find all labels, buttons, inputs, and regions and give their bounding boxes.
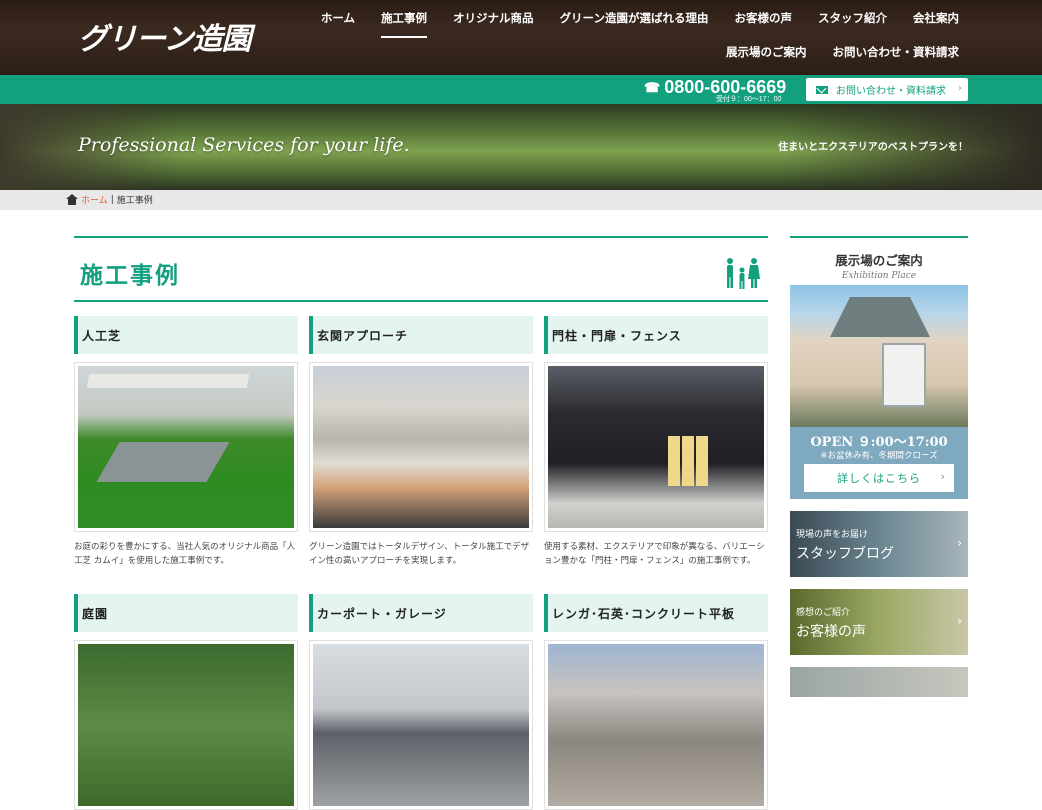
- chevron-right-icon: ›: [957, 614, 962, 628]
- work-category[interactable]: 玄関アプローチ: [309, 316, 533, 354]
- showroom-photo: [790, 285, 968, 427]
- chevron-right-icon: ›: [958, 83, 962, 94]
- chevron-right-icon: ›: [940, 470, 946, 483]
- main-content: 施工事例 人工芝 お庭の彩りを豊かにする、当社人気のオリジナル商品「人工芝 カム…: [74, 236, 768, 810]
- breadcrumb-home[interactable]: ホーム: [81, 193, 108, 206]
- breadcrumb-current: 施工事例: [116, 196, 153, 206]
- breadcrumb-separator: |: [110, 194, 114, 205]
- work-description: 使用する素材、エクステリアで印象が異なる、バリエーション豊かな「門柱・門扉・フェ…: [544, 542, 765, 567]
- work-category[interactable]: 門柱・門扉・フェンス: [544, 316, 768, 354]
- page-title-box: 施工事例: [74, 236, 768, 302]
- work-thumbnail[interactable]: [544, 362, 768, 532]
- work-card-carport[interactable]: カーポート・ガレージ: [309, 594, 533, 810]
- nav-item-reasons[interactable]: グリーン造園が選ばれる理由: [547, 8, 722, 36]
- work-category[interactable]: 庭園: [74, 594, 298, 632]
- staff-blog-banner[interactable]: 現場の声をお届け スタッフブログ ›: [790, 511, 968, 577]
- work-description: お庭の彩りを豊かにする、当社人気のオリジナル商品「人工芝 カムイ」を使用した施工…: [74, 542, 296, 567]
- work-thumbnail[interactable]: [309, 640, 533, 810]
- nav-item-products[interactable]: オリジナル商品: [440, 8, 547, 36]
- nav-item-home[interactable]: ホーム: [308, 8, 368, 36]
- open-note: ※お盆休み有、冬期間クローズ: [820, 451, 938, 461]
- nav-item-staff[interactable]: スタッフ紹介: [805, 8, 900, 36]
- work-card-brick[interactable]: レンガ･石英･コンクリート平板: [544, 594, 768, 810]
- nav-item-works[interactable]: 施工事例: [368, 8, 440, 38]
- work-thumbnail[interactable]: [74, 640, 298, 810]
- open-hours: OPEN ９:00〜17:00: [810, 435, 948, 450]
- nav-item-contact[interactable]: お問い合わせ・資料請求: [820, 42, 973, 70]
- work-thumbnail[interactable]: [74, 362, 298, 532]
- nav-item-voices[interactable]: お客様の声: [722, 8, 806, 36]
- work-card-turf[interactable]: 人工芝 お庭の彩りを豊かにする、当社人気のオリジナル商品「人工芝 カムイ」を使用…: [74, 316, 298, 568]
- site-header: グリーン造園 ホーム 施工事例 オリジナル商品 グリーン造園が選ばれる理由 お客…: [0, 0, 1042, 75]
- home-icon: [66, 194, 78, 205]
- work-thumbnail[interactable]: [544, 640, 768, 810]
- nav-item-company[interactable]: 会社案内: [900, 8, 972, 36]
- approach-photo: [313, 366, 529, 528]
- turf-photo: [78, 366, 294, 528]
- hero-subtext: 住まいとエクステリアのベストプランを！: [778, 142, 968, 153]
- gate-photo: [548, 366, 764, 528]
- mail-icon: [816, 85, 828, 94]
- detail-button-label: 詳しくはこちら: [837, 472, 921, 485]
- hero-banner: Professional Services for your life. 住まい…: [0, 104, 1042, 190]
- work-category[interactable]: レンガ･石英･コンクリート平板: [544, 594, 768, 632]
- work-thumbnail[interactable]: [309, 362, 533, 532]
- work-description: グリーン造園ではトータルデザイン、トータル施工でデザイン性の高いアプローチを実現…: [309, 542, 530, 567]
- showroom-title: 展示場のご案内: [835, 253, 923, 268]
- sidebar: 展示場のご案内 Exhibition Place OPEN ９:00〜17:00…: [790, 236, 968, 697]
- banner-title: お客様の声: [796, 624, 866, 640]
- page-title: 施工事例: [80, 263, 180, 289]
- customer-voice-banner[interactable]: 感想のご紹介 お客様の声 ›: [790, 589, 968, 655]
- showroom-subtitle: Exhibition Place: [841, 271, 917, 281]
- breadcrumb: ホーム | 施工事例: [0, 190, 1042, 210]
- logo-text: グリーン造園: [78, 22, 251, 57]
- banner-small-text: 現場の声をお届け: [796, 530, 869, 540]
- chevron-right-icon: ›: [957, 536, 962, 550]
- nav-row-1: ホーム 施工事例 オリジナル商品 グリーン造園が選ばれる理由 お客様の声 スタッ…: [292, 8, 972, 38]
- brick-photo: [548, 644, 764, 806]
- site-logo[interactable]: グリーン造園: [78, 14, 251, 58]
- work-category[interactable]: カーポート・ガレージ: [309, 594, 533, 632]
- phone-icon: ☎: [644, 79, 661, 95]
- nav-item-showroom[interactable]: 展示場のご案内: [713, 42, 820, 70]
- showroom-card[interactable]: OPEN ９:00〜17:00 ※お盆休み有、冬期間クローズ 詳しくはこちら ›: [790, 285, 968, 499]
- contact-button-label: お問い合わせ・資料請求: [836, 86, 946, 97]
- work-card-approach[interactable]: 玄関アプローチ グリーン造園ではトータルデザイン、トータル施工でデザイン性の高い…: [309, 316, 533, 568]
- nav-row-2: 展示場のご案内 お問い合わせ・資料請求: [292, 42, 972, 70]
- work-card-garden[interactable]: 庭園: [74, 594, 298, 810]
- garden-photo: [78, 644, 294, 806]
- showroom-heading: 展示場のご案内 Exhibition Place: [790, 236, 968, 281]
- banner-title: スタッフブログ: [796, 546, 894, 562]
- phone-hours: 受付９：00〜17：00: [716, 96, 782, 103]
- main-nav: ホーム 施工事例 オリジナル商品 グリーン造園が選ばれる理由 お客様の声 スタッ…: [292, 8, 972, 70]
- showroom-detail-button[interactable]: 詳しくはこちら ›: [804, 464, 954, 492]
- family-icon: [727, 258, 760, 289]
- work-card-gate[interactable]: 門柱・門扉・フェンス 使用する素材、エクステリアで印象が異なる、バリエーション豊…: [544, 316, 768, 568]
- hero-tagline: Professional Services for your life.: [78, 134, 410, 156]
- contact-button[interactable]: お問い合わせ・資料請求 ›: [806, 78, 968, 101]
- work-category[interactable]: 人工芝: [74, 316, 298, 354]
- carport-photo: [313, 644, 529, 806]
- banner-small-text: 感想のご紹介: [796, 608, 851, 618]
